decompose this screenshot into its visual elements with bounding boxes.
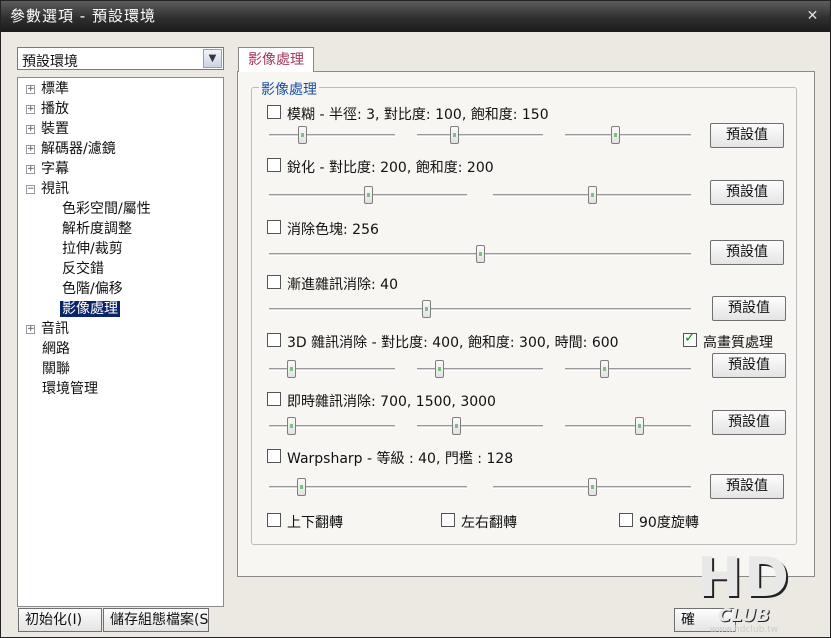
window-title: 參數選項 - 預設環境 [10, 7, 156, 25]
sharpen-label: 銳化 - 對比度: 200, 飽和度: 200 [287, 160, 494, 176]
rotate90-label: 90度旋轉 [639, 515, 699, 531]
expand-icon[interactable]: + [26, 144, 35, 154]
slider-thumb[interactable] [611, 126, 620, 144]
collapse-icon[interactable]: − [26, 184, 35, 194]
denoise3d-checkbox[interactable] [267, 333, 281, 347]
warpsharp-label: Warpsharp - 等級 : 40, 門檻 : 128 [287, 451, 514, 467]
temporal-denoise-label: 漸進雜訊消除: 40 [287, 277, 398, 293]
denoise3d-label: 3D 雜訊消除 - 對比度: 400, 飽和度: 300, 時間: 600 [287, 335, 619, 351]
slider-thumb[interactable] [635, 417, 644, 435]
temporal-denoise-default-button[interactable]: 預設值 [712, 296, 786, 321]
hq-processing-checkbox[interactable] [683, 330, 697, 347]
warpsharp-checkbox[interactable] [267, 449, 281, 463]
chevron-down-icon[interactable]: ▼ [203, 49, 222, 68]
warpsharp-level-slider[interactable] [269, 478, 467, 496]
sharpen-contrast-slider[interactable] [269, 186, 467, 204]
tree-item-image-processing[interactable]: 影像處理 [60, 300, 120, 319]
realtime-denoise-label: 即時雜訊消除: 700, 1500, 3000 [287, 394, 496, 410]
profile-select-value: 預設環境 [22, 54, 78, 70]
profile-select[interactable]: 預設環境 ▼ [17, 47, 224, 70]
realtime-denoise-default-button[interactable]: 預設值 [712, 410, 786, 435]
temporal-denoise-checkbox[interactable] [267, 275, 281, 289]
tree-item-crop[interactable]: 拉伸/裁剪 [62, 240, 123, 259]
realtime-denoise-slider-2[interactable] [417, 417, 543, 435]
denoise3d-contrast-slider[interactable] [269, 360, 395, 378]
tree-item-standard[interactable]: + 標準 [26, 80, 69, 99]
expand-icon[interactable]: + [26, 84, 35, 94]
temporal-denoise-slider[interactable] [269, 300, 691, 318]
slider-thumb[interactable] [452, 417, 461, 435]
sharpen-checkbox[interactable] [267, 158, 281, 172]
expand-icon[interactable]: + [26, 124, 35, 134]
tree-item-video[interactable]: − 視訊 [26, 180, 69, 199]
flip-vertical-label: 上下翻轉 [287, 515, 343, 531]
tab-image-processing[interactable]: 影像處理 [238, 47, 314, 72]
blur-checkbox[interactable] [267, 105, 281, 119]
tree-item-levels[interactable]: 色階/偏移 [62, 280, 123, 299]
save-profile-button[interactable]: 儲存組態檔案(S [103, 608, 209, 632]
realtime-denoise-slider-3[interactable] [565, 417, 691, 435]
close-icon[interactable]: ✕ [802, 7, 824, 25]
deblock-slider[interactable] [269, 245, 691, 263]
realtime-denoise-slider-1[interactable] [269, 417, 395, 435]
warpsharp-threshold-slider[interactable] [493, 478, 691, 496]
slider-thumb[interactable] [588, 478, 597, 496]
slider-thumb[interactable] [364, 186, 373, 204]
category-tree: + 標準 + 播放 + 裝置 + 解碼器/濾鏡 + 字幕 − 視訊 色彩空間/屬性 解析度調… [17, 77, 224, 607]
tree-item-colorspace[interactable]: 色彩空間/屬性 [62, 200, 151, 219]
watermark-club-text: CLUB [717, 605, 771, 626]
group-title: 影像處理 [259, 79, 319, 99]
tree-item-playback[interactable]: + 播放 [26, 100, 69, 119]
deblock-checkbox[interactable] [267, 220, 281, 234]
reset-button[interactable]: 初始化(I) [18, 608, 102, 632]
slider-thumb[interactable] [600, 360, 609, 378]
slider-thumb[interactable] [450, 126, 459, 144]
tree-item-associations[interactable]: 關聯 [42, 360, 70, 379]
blur-radius-slider[interactable] [269, 126, 395, 144]
slider-thumb[interactable] [287, 417, 296, 435]
blur-contrast-slider[interactable] [417, 126, 543, 144]
rotate90-checkbox[interactable] [619, 513, 633, 527]
denoise3d-time-slider[interactable] [565, 360, 691, 378]
slider-thumb[interactable] [422, 300, 431, 318]
denoise3d-default-button[interactable]: 預設值 [712, 353, 786, 378]
blur-label: 模糊 - 半徑: 3, 對比度: 100, 飽和度: 150 [287, 107, 549, 123]
tree-item-decoders[interactable]: + 解碼器/濾鏡 [26, 140, 116, 159]
slider-thumb[interactable] [287, 360, 296, 378]
tree-item-network[interactable]: 網路 [42, 340, 70, 359]
tree-item-deinterlace[interactable]: 反交錯 [62, 260, 104, 279]
hdclub-watermark-logo: HD CLUB www.hdclub.tw [679, 549, 809, 637]
deblock-default-button[interactable]: 預設值 [710, 240, 784, 265]
warpsharp-default-button[interactable]: 預設值 [710, 474, 784, 499]
flip-horizontal-checkbox[interactable] [441, 513, 455, 527]
watermark-site-text: www.hdclub.tw [709, 625, 779, 635]
tree-item-devices[interactable]: + 裝置 [26, 120, 69, 139]
slider-thumb[interactable] [588, 186, 597, 204]
tree-item-resize[interactable]: 解析度調整 [62, 220, 132, 239]
slider-thumb[interactable] [298, 126, 307, 144]
preferences-window: 參數選項 - 預設環境 ✕ 預設環境 ▼ + 標準 + 播放 + 裝置 + 解碼器/濾鏡… [0, 0, 831, 638]
expand-icon[interactable]: + [26, 104, 35, 114]
expand-icon[interactable]: + [26, 164, 35, 174]
hq-processing-label: 高畫質處理 [703, 335, 773, 351]
tree-item-profile-manager[interactable]: 環境管理 [42, 380, 98, 399]
blur-saturation-slider[interactable] [565, 126, 691, 144]
denoise3d-saturation-slider[interactable] [417, 360, 543, 378]
flip-vertical-checkbox[interactable] [267, 513, 281, 527]
sharpen-saturation-slider[interactable] [493, 186, 691, 204]
sharpen-default-button[interactable]: 預設值 [710, 180, 784, 205]
tree-item-audio[interactable]: + 音訊 [26, 320, 69, 339]
tree-item-subtitles[interactable]: + 字幕 [26, 160, 69, 179]
watermark-hd-text: HD [696, 546, 792, 609]
realtime-denoise-checkbox[interactable] [267, 392, 281, 406]
blur-default-button[interactable]: 預設值 [710, 123, 784, 148]
title-bar: 參數選項 - 預設環境 ✕ [1, 1, 830, 32]
expand-icon[interactable]: + [26, 324, 35, 334]
flip-horizontal-label: 左右翻轉 [461, 515, 517, 531]
deblock-label: 消除色塊: 256 [287, 222, 379, 238]
slider-thumb[interactable] [297, 478, 306, 496]
slider-thumb[interactable] [435, 360, 444, 378]
slider-thumb[interactable] [476, 245, 485, 263]
